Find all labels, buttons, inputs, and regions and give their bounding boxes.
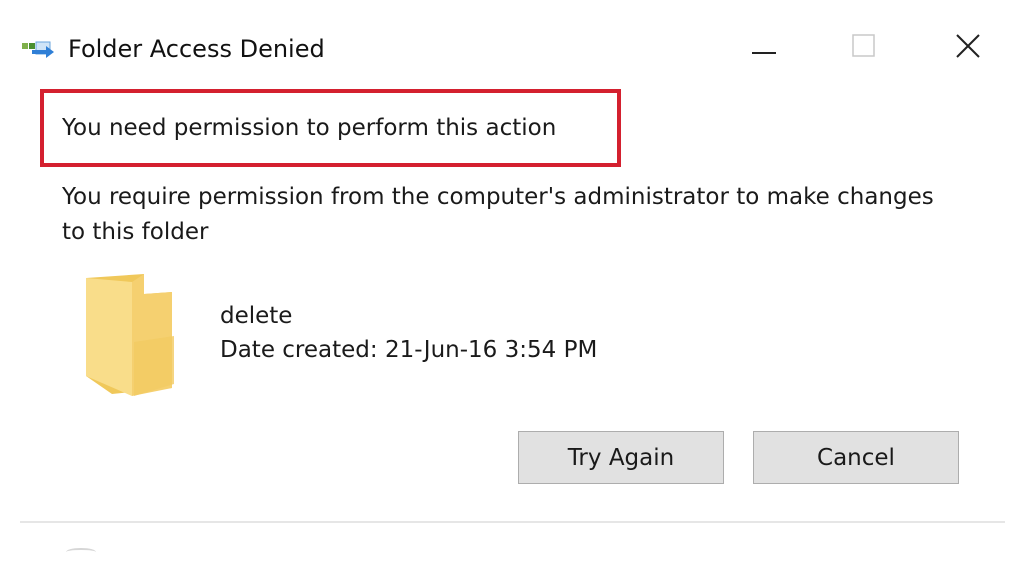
folder-icon — [82, 272, 182, 402]
minimize-button[interactable] — [742, 26, 786, 70]
more-details-hint — [66, 548, 96, 556]
close-button[interactable] — [946, 26, 990, 70]
try-again-button[interactable]: Try Again — [518, 431, 724, 484]
folder-access-denied-dialog: Folder Access Denied You need permission… — [0, 0, 1024, 576]
folder-move-icon — [22, 38, 60, 60]
cancel-button[interactable]: Cancel — [753, 431, 959, 484]
message-text: You require permission from the computer… — [62, 184, 934, 245]
folder-date-created: Date created: 21-Jun-16 3:54 PM — [220, 337, 598, 363]
maximize-icon — [851, 33, 877, 63]
footer-divider — [20, 521, 1005, 523]
title-bar[interactable]: Folder Access Denied — [0, 0, 1024, 96]
window-title: Folder Access Denied — [68, 35, 325, 63]
close-icon — [954, 32, 982, 64]
minimize-icon — [751, 33, 777, 63]
main-instruction: You need permission to perform this acti… — [62, 115, 557, 141]
maximize-button[interactable] — [842, 26, 886, 70]
folder-name: delete — [220, 303, 293, 329]
